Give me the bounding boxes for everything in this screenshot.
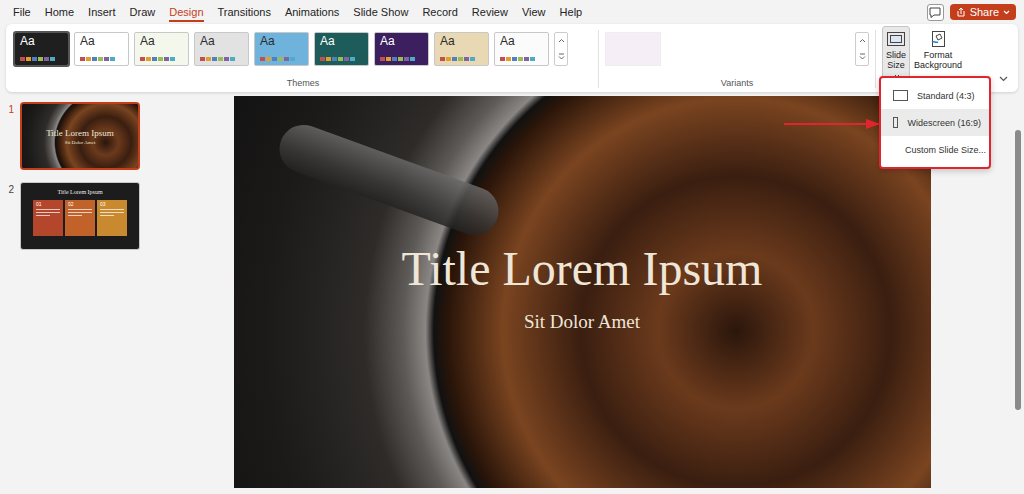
group-label: Variants <box>605 78 869 90</box>
menu-tab[interactable]: Slide Show <box>353 3 408 22</box>
themes-more-button[interactable] <box>554 32 568 66</box>
slide-size-icon <box>886 30 906 48</box>
slide-number: 1 <box>0 102 14 115</box>
chevron-up-icon <box>859 38 866 43</box>
menu-tab[interactable]: Record <box>422 3 457 22</box>
menu-tab[interactable]: Draw <box>130 3 156 22</box>
menu-item[interactable]: Widescreen (16:9) <box>881 109 989 136</box>
theme-thumbnail[interactable]: Aa <box>14 32 69 66</box>
ribbon: Aa Aa Aa Aa Aa Aa Aa Aa Aa Themes Varian… <box>6 24 1018 92</box>
thumbnail-title: Title Lorem Ipsum <box>46 128 114 138</box>
thumbnail-box: 01 <box>33 200 63 236</box>
thumbnail-title: Title Lorem Ipsum <box>57 189 102 195</box>
slide-thumbnails-pane: 1 Title Lorem Ipsum Sit Dolor Amet 2 Titl… <box>0 96 152 494</box>
share-button[interactable]: Share <box>950 4 1016 20</box>
theme-swatches <box>195 57 248 65</box>
theme-swatches <box>15 57 68 65</box>
themes-gallery: Aa Aa Aa Aa Aa Aa Aa Aa Aa <box>14 32 592 66</box>
chevron-up-icon <box>558 38 565 43</box>
thumbnail-box: 02 <box>65 200 95 236</box>
vertical-scrollbar[interactable] <box>1012 96 1024 494</box>
menu-tab[interactable]: Animations <box>285 3 339 22</box>
menu-tab[interactable]: Help <box>560 3 583 22</box>
theme-thumbnail[interactable]: Aa <box>194 32 249 66</box>
chevron-down-icon <box>1003 10 1010 15</box>
menu-tab[interactable]: Home <box>45 3 74 22</box>
menu-bar: File Home Insert Draw Design Transitions Anima… <box>0 0 1024 24</box>
thumbnail-box: 03 <box>97 200 127 236</box>
collapse-ribbon-button[interactable] <box>995 68 1012 90</box>
menu-item[interactable]: Custom Slide Size... <box>881 136 989 163</box>
slide-thumbnail[interactable]: Title Lorem Ipsum Sit Dolor Amet <box>20 102 140 170</box>
menu-item[interactable]: Standard (4:3) <box>881 82 989 109</box>
workspace: 1 Title Lorem Ipsum Sit Dolor Amet 2 Titl… <box>0 96 1024 494</box>
slide-thumbnail-row[interactable]: 2 Title Lorem Ipsum 01 02 03 <box>0 182 152 250</box>
theme-swatches <box>75 57 128 65</box>
chevron-down-icon <box>999 76 1008 82</box>
theme-swatches <box>135 57 188 65</box>
menu-tab[interactable]: Design <box>169 3 203 22</box>
menu-tab[interactable]: Transitions <box>218 3 271 22</box>
slide-subtitle[interactable]: Sit Dolor Amet <box>524 311 640 333</box>
format-background-icon <box>928 30 948 48</box>
variants-gallery <box>605 32 869 66</box>
share-icon <box>956 7 966 17</box>
variants-group: Variants <box>605 28 869 90</box>
theme-thumbnail[interactable]: Aa <box>254 32 309 66</box>
variant-thumbnail[interactable] <box>605 32 661 66</box>
theme-thumbnail[interactable]: Aa <box>74 32 129 66</box>
menu-tab[interactable]: Review <box>472 3 508 22</box>
slide-shape-icon <box>893 117 898 128</box>
themes-group: Aa Aa Aa Aa Aa Aa Aa Aa Aa Themes <box>14 28 592 90</box>
theme-thumbnail[interactable]: Aa <box>134 32 189 66</box>
theme-swatches <box>435 57 488 65</box>
slide-title[interactable]: Title Lorem Ipsum <box>402 241 763 296</box>
theme-swatches <box>315 57 368 65</box>
menu-tab[interactable]: Insert <box>88 3 116 22</box>
comments-button[interactable] <box>927 4 944 21</box>
slide[interactable]: Title Lorem Ipsum Sit Dolor Amet <box>234 96 931 488</box>
slide-shape-icon <box>893 90 908 101</box>
theme-thumbnail[interactable]: Aa <box>374 32 429 66</box>
format-background-button[interactable]: Format Background <box>914 26 962 75</box>
annotation-arrow <box>784 116 882 132</box>
scrollbar-thumb[interactable] <box>1015 130 1021 410</box>
group-label: Themes <box>14 78 592 90</box>
menu-tab[interactable]: View <box>522 3 546 22</box>
slide-thumbnail-row[interactable]: 1 Title Lorem Ipsum Sit Dolor Amet <box>0 102 152 170</box>
menu-tab[interactable]: File <box>13 3 31 22</box>
theme-thumbnail[interactable]: Aa <box>494 32 549 66</box>
slide-size-menu: Standard (4:3) Widescreen (16:9) Custom … <box>879 76 991 169</box>
more-icon <box>859 53 866 60</box>
slide-thumbnail[interactable]: Title Lorem Ipsum 01 02 03 <box>20 182 140 250</box>
theme-thumbnail[interactable]: Aa <box>434 32 489 66</box>
spoon <box>272 118 505 242</box>
theme-thumbnail[interactable]: Aa <box>314 32 369 66</box>
comment-icon <box>929 7 941 18</box>
powerpoint-window: File Home Insert Draw Design Transitions Anima… <box>0 0 1024 494</box>
theme-swatches <box>495 57 548 65</box>
variants-more-button[interactable] <box>855 32 869 66</box>
theme-swatches <box>375 57 428 65</box>
theme-swatches <box>255 57 308 65</box>
slide-number: 2 <box>0 182 14 195</box>
thumbnail-subtitle: Sit Dolor Amet <box>65 140 96 145</box>
more-icon <box>558 53 565 60</box>
